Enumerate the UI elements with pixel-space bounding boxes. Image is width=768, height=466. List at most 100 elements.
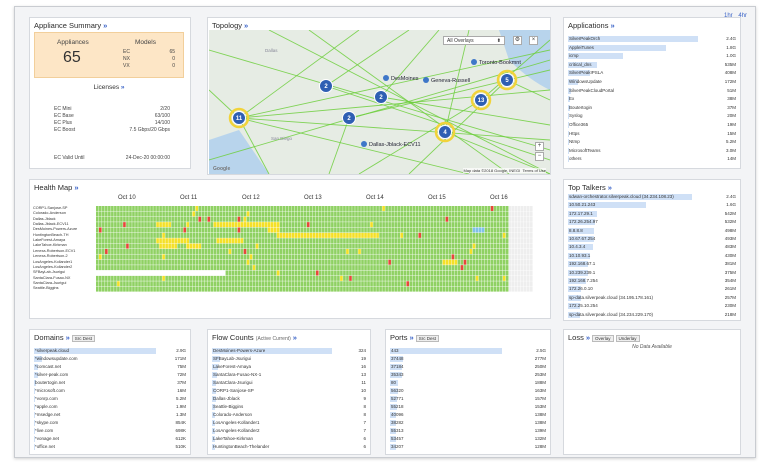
application-row[interactable]: SilverPeakIPSLA 408M [568,70,736,77]
site-label[interactable]: LosAngeles-Kollander2 [33,265,79,269]
flow-count-row[interactable]: LosAngeles-Kollander2 7 [212,428,366,434]
site-label[interactable]: LosAngeles-Kollander1 [33,260,79,264]
flow-count-row[interactable]: DesMoines-Powers-Azure 324 [212,348,366,354]
cluster-marker[interactable]: 13 [470,89,492,111]
port-row[interactable]: 56320 163M [390,388,546,394]
domain-row[interactable]: *vonrp.com 5.2M [34,396,186,402]
application-row[interactable]: critical_dns 535M [568,61,736,68]
site-label[interactable]: CORP1-Sanjose-SP [33,206,79,210]
domain-row[interactable]: *live.com 698K [34,428,186,434]
loss-title[interactable]: Loss» Overlay Underlay [568,333,640,342]
top-talker-row[interactable]: 172.26.0.10 261M [568,286,736,293]
top-talker-row[interactable]: 192.168.7.254 354M [568,278,736,284]
flow-count-row[interactable]: SantaClara-Jsurigui 11 [212,380,366,386]
top-talker-row[interactable]: 10.10.93.1 430M [568,252,736,259]
site-label[interactable]: HuntingtonBeach-TH [33,233,79,237]
flow-count-row[interactable]: Colorado-Anderson 8 [212,412,366,418]
application-row[interactable]: Ex 38M [568,96,736,103]
ports-title[interactable]: Ports» Src Dest [390,333,439,342]
port-row[interactable]: 55313 139M [390,428,546,434]
application-row[interactable]: others 14M [568,156,736,163]
flow-count-row[interactable]: SFBayLab-Jsurigui 19 [212,356,366,362]
flow-count-row[interactable]: CORP1-Sanjose-SP 10 [212,388,366,394]
flow-count-row[interactable]: HuntingtonBeach-Thelander 6 [212,444,366,450]
applications-title[interactable]: Applications» [568,21,615,30]
terms-link[interactable]: Terms of Use [522,168,546,173]
domain-row[interactable]: *windowsupdate.com 171M [34,356,186,362]
top-talker-row[interactable]: 10.239.239.1 375M [568,269,736,276]
site-label[interactable]: Seattle-Biggins [33,286,79,290]
chevron-right-icon[interactable]: » [244,21,248,30]
zoom-in-button[interactable]: + [535,142,544,151]
cluster-marker[interactable]: 4 [434,121,456,143]
port-row[interactable]: 55218 153M [390,404,546,410]
top-talkers-title[interactable]: Top Talkers» [568,183,612,192]
chevron-right-icon[interactable]: » [66,333,70,342]
top-talker-row[interactable]: 10.4.3.4 483M [568,244,736,251]
top-talker-row[interactable]: sp-data.silverpeak.cloud (34.195.178.161… [568,294,736,301]
flow-count-row[interactable]: SantaClara-Fusao-NX-1 13 [212,372,366,378]
site-label[interactable]: Colorado-Anderson [33,211,79,215]
zoom-out-button[interactable]: − [535,152,544,161]
flow-count-row[interactable]: Dallas-Jblack 9 [212,396,366,402]
chevron-right-icon[interactable]: » [586,333,590,342]
site-label[interactable]: Lenexa-Robertson-2 [33,254,79,258]
top-talker-row[interactable]: 172.26.254.97 532M [568,219,736,226]
chevron-right-icon[interactable]: » [119,84,125,91]
domain-row[interactable]: *msedge.net 1.3M [34,412,186,418]
domain-row[interactable]: *vonage.net 612K [34,436,186,442]
health-map-title[interactable]: Health Map» [34,183,79,192]
port-row[interactable]: 34207 128M [390,444,546,450]
overlay-select[interactable]: All Overlays ⬍ [443,36,505,45]
site-marker[interactable] [383,75,389,81]
licenses-title[interactable]: Licenses » [30,84,188,91]
flow-count-row[interactable]: LakeForest-Amaya 16 [212,364,366,370]
application-row[interactable]: Ntmp 5.2M [568,139,736,146]
application-row[interactable]: SilverPeakOrch 2.4G [568,36,736,42]
application-row[interactable]: Syslog 20M [568,113,736,120]
top-talker-row[interactable]: 10.67.67.254 493M [568,236,736,242]
src-dest-toggle[interactable]: Src Dest [415,334,439,342]
tab-underlay[interactable]: Underlay [615,334,640,342]
flow-counts-title[interactable]: Flow Counts (Active Current)» [212,333,297,342]
domain-row[interactable]: *silver-peak.com 72M [34,372,186,378]
site-label[interactable]: LakeForest-Amaya [33,238,79,242]
chevron-right-icon[interactable]: » [610,21,614,30]
site-label[interactable]: Dallas-Jblack [33,217,79,221]
domain-row[interactable]: *comcast.net 75M [34,364,186,370]
site-marker[interactable] [423,77,429,83]
top-talker-row[interactable]: 8.8.8.8 498M [568,227,736,234]
top-talker-row[interactable]: 192.168.67.1 381M [568,261,736,268]
domain-row[interactable]: *silverpeak.cloud 2.9G [34,348,186,354]
site-marker[interactable] [471,59,477,65]
site-label[interactable]: Lenexa-Robertson-ECV1 [33,249,79,253]
top-talker-row[interactable]: 172.25.10.254 230M [568,303,736,310]
flow-count-row[interactable]: LosAngeles-Kollander1 7 [212,420,366,426]
chevron-right-icon[interactable]: » [103,21,107,30]
flow-count-row[interactable]: Seattle-Biggins 8 [212,404,366,410]
flow-count-row[interactable]: LakeTahoe-Kirkman 6 [212,436,366,442]
cluster-marker[interactable]: 2 [342,111,356,125]
tab-overlay[interactable]: Overlay [592,334,614,342]
application-row[interactable]: WindowsUpdate 172M [568,79,736,85]
application-row[interactable]: Https 15M [568,130,736,137]
chevron-right-icon[interactable]: » [293,333,297,342]
domain-row[interactable]: *apple.com 1.9M [34,404,186,410]
application-row[interactable]: Office365 19M [568,122,736,128]
cluster-marker[interactable]: 2 [374,90,388,104]
cluster-marker[interactable]: 5 [496,69,518,91]
top-talker-row[interactable]: 172.17.29.1 542M [568,210,736,217]
site-label[interactable]: SantaClara-Jsurigui [33,281,79,285]
top-talker-row[interactable]: sdwan-orchestrator.silverpeak.cloud (34.… [568,194,736,200]
application-row[interactable]: Boutertogin 37M [568,104,736,111]
domain-row[interactable]: *skype.com 854K [34,420,186,426]
site-label[interactable]: SantaClara-Fusao-NX [33,276,79,280]
port-row[interactable]: 38282 138M [390,420,546,426]
src-dest-toggle[interactable]: Src Dest [71,334,96,342]
port-row[interactable]: 52771 157M [390,396,546,402]
port-row[interactable]: 35343 253M [390,372,546,378]
cluster-marker[interactable]: 11 [228,107,250,129]
chevron-right-icon[interactable]: » [608,183,612,192]
domain-row[interactable]: *microsoft.com 16M [34,388,186,394]
port-row[interactable]: 40096 138M [390,412,546,418]
